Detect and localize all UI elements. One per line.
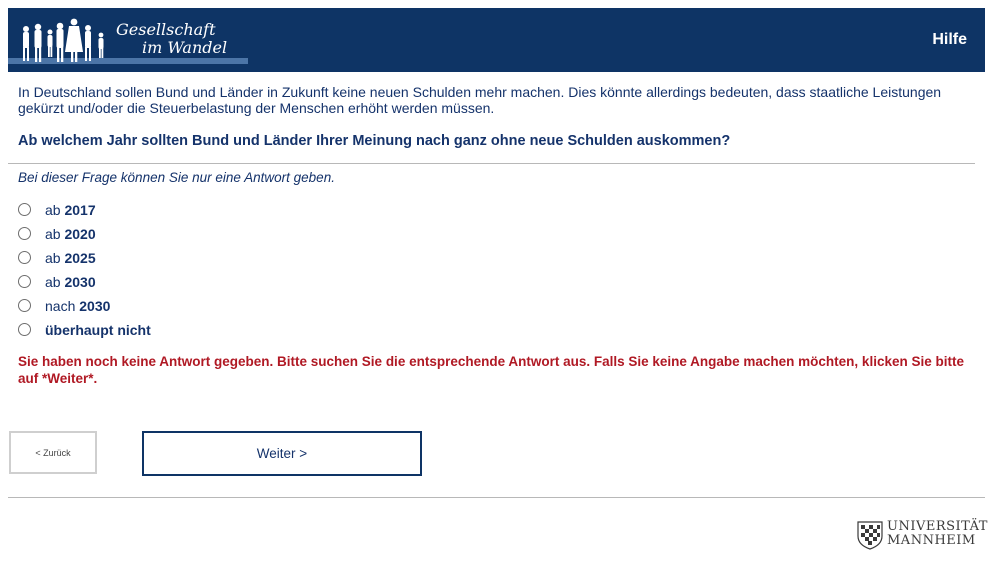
error-message: Sie haben noch keine Antwort gegeben. Bi… <box>18 354 964 386</box>
logo-text-line2: im Wandel <box>142 38 228 57</box>
university-name: UNIVERSITÄT MANNHEIM <box>887 520 988 548</box>
university-crest-icon <box>857 521 883 550</box>
option-value: 2020 <box>64 226 96 242</box>
header-banner: Gesellschaft im Wandel Hilfe <box>8 8 985 72</box>
option-value: 2030 <box>79 298 111 314</box>
answer-option-never[interactable]: überhaupt nicht <box>18 318 151 342</box>
answer-option-2020[interactable]: ab 2020 <box>18 222 151 246</box>
answer-options: ab 2017 ab 2020 ab 2025 ab 2030 nach 203… <box>18 198 151 342</box>
university-name-line2: MANNHEIM <box>887 533 976 548</box>
answer-option-label: ab 2025 <box>45 250 96 266</box>
back-button[interactable]: < Zurück <box>9 431 97 474</box>
answer-option-label: nach 2030 <box>45 298 110 314</box>
gesellschaft-im-wandel-logo: Gesellschaft im Wandel <box>8 8 248 72</box>
next-button[interactable]: Weiter > <box>142 431 422 476</box>
question-text: Ab welchem Jahr sollten Bund und Länder … <box>18 133 731 149</box>
option-value: 2025 <box>64 250 96 266</box>
answer-option-after-2030[interactable]: nach 2030 <box>18 294 151 318</box>
option-prefix: ab <box>45 250 65 266</box>
university-mannheim-logo: UNIVERSITÄT MANNHEIM <box>855 518 990 552</box>
option-prefix: ab <box>45 274 65 290</box>
answer-option-2025[interactable]: ab 2025 <box>18 246 151 270</box>
divider <box>8 163 975 164</box>
radio-button[interactable] <box>18 322 31 336</box>
answer-hint: Bei dieser Frage können Sie nur eine Ant… <box>18 170 335 185</box>
radio-button[interactable] <box>18 202 31 216</box>
answer-option-2017[interactable]: ab 2017 <box>18 198 151 222</box>
answer-option-label: überhaupt nicht <box>45 322 151 338</box>
radio-button[interactable] <box>18 298 31 312</box>
option-value: überhaupt nicht <box>45 322 151 338</box>
answer-option-label: ab 2030 <box>45 274 96 290</box>
radio-button[interactable] <box>18 226 31 240</box>
radio-button[interactable] <box>18 250 31 264</box>
answer-option-label: ab 2020 <box>45 226 96 242</box>
option-value: 2017 <box>64 202 96 218</box>
option-prefix: ab <box>45 202 65 218</box>
logo-text-line1: Gesellschaft <box>116 20 216 39</box>
help-link[interactable]: Hilfe <box>932 31 967 49</box>
option-prefix: nach <box>45 298 80 314</box>
option-value: 2030 <box>64 274 96 290</box>
option-prefix: ab <box>45 226 65 242</box>
footer-divider <box>8 497 985 498</box>
answer-option-label: ab 2017 <box>45 202 96 218</box>
university-name-line1: UNIVERSITÄT <box>887 519 988 534</box>
radio-button[interactable] <box>18 274 31 288</box>
answer-option-2030[interactable]: ab 2030 <box>18 270 151 294</box>
question-intro-text: In Deutschland sollen Bund und Länder in… <box>18 84 942 116</box>
